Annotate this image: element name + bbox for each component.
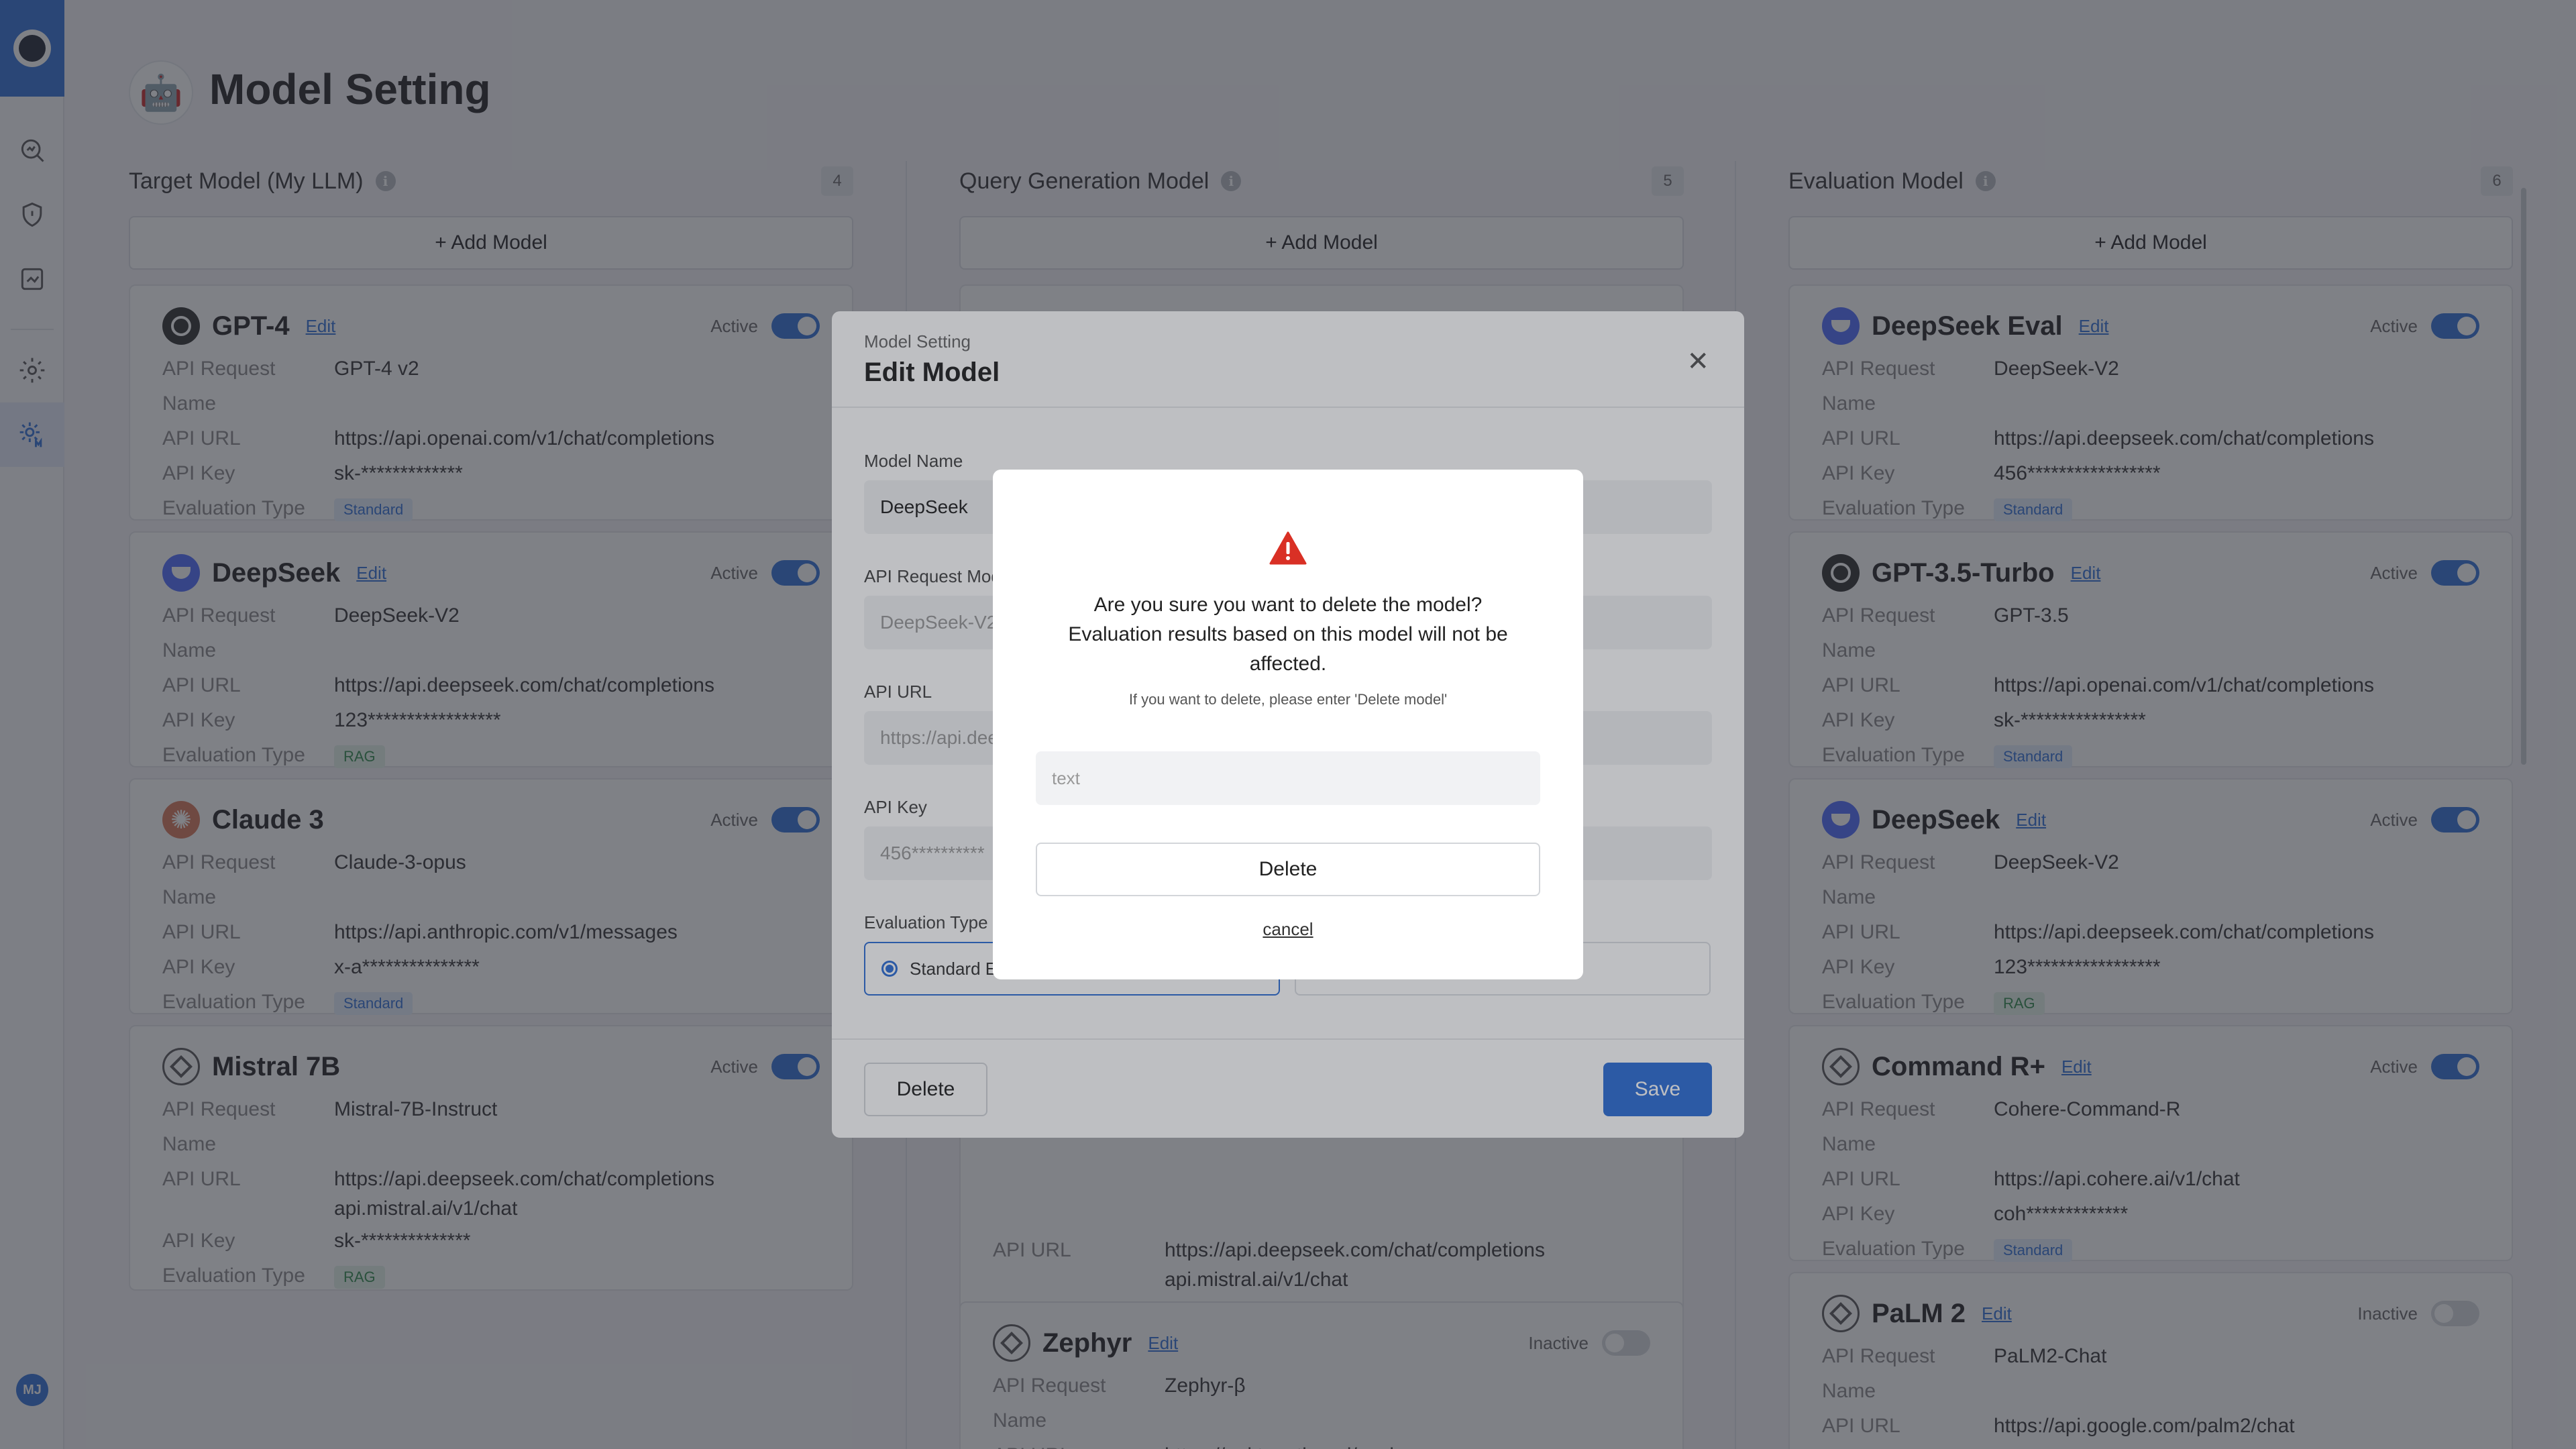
cancel-link[interactable]: cancel [993, 919, 1583, 940]
confirm-message: Are you sure you want to delete the mode… [1068, 594, 1508, 675]
delete-confirm-dialog: Are you sure you want to delete the mode… [993, 470, 1583, 979]
confirm-hint: If you want to delete, please enter 'Del… [1128, 691, 1448, 708]
confirm-delete-button[interactable]: Delete [1036, 843, 1540, 896]
confirm-text-input[interactable]: text [1036, 751, 1540, 805]
warning-icon [1269, 531, 1307, 565]
